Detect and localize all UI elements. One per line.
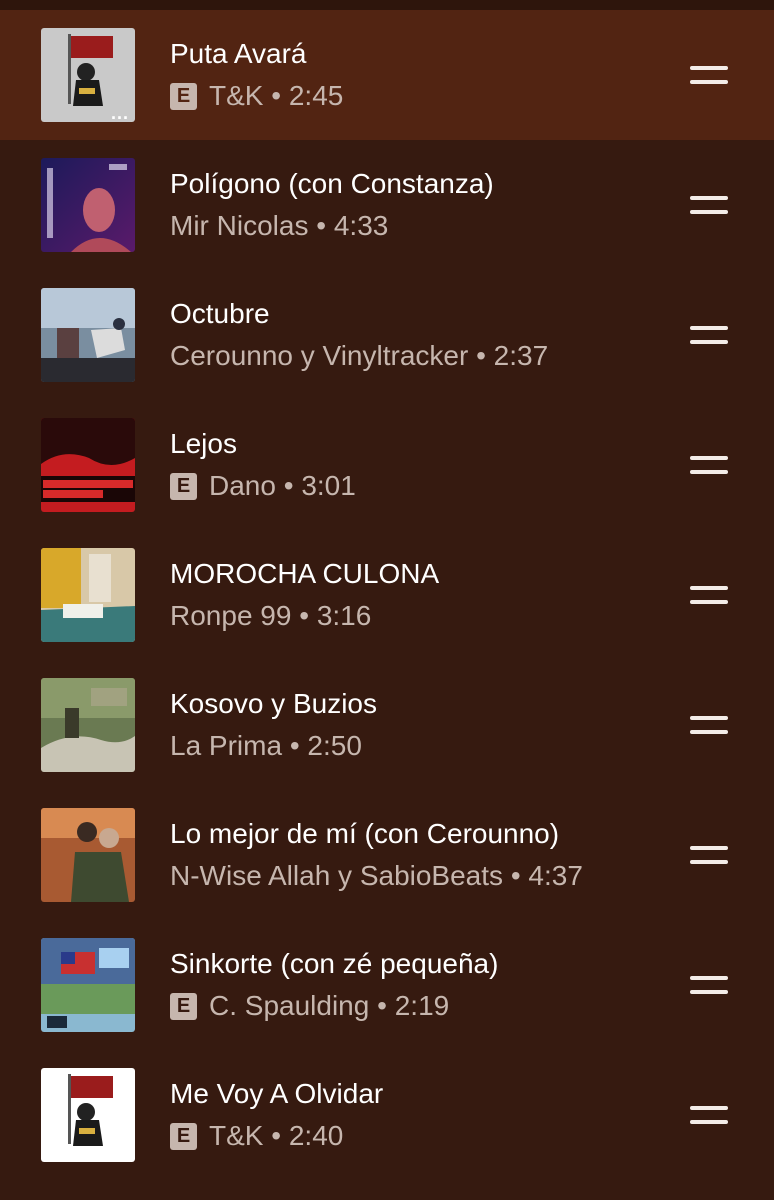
track-title: Kosovo y Buzios [170,688,377,719]
album-art [41,678,135,772]
track-duration: 2:37 [493,340,549,371]
track-artist: Ronpe 99 [170,600,292,631]
track-subtitle: Mir Nicolas • 4:33 [170,210,388,242]
album-art [41,1068,135,1162]
top-edge [0,0,774,10]
track-duration: 4:33 [333,210,389,241]
track-title: Sinkorte (con zé pequeña) [170,948,499,979]
track-subtitle: E C. Spaulding • 2:19 [170,990,449,1022]
track-title: Puta Avará [170,38,307,69]
track-row[interactable]: Lo mejor de mí (con Cerounno) N-Wise All… [0,790,774,920]
album-art [41,158,135,252]
drag-handle-icon[interactable] [690,453,728,477]
separator: • [271,1120,282,1151]
track-row[interactable]: Kosovo y Buzios La Prima • 2:50 [0,660,774,790]
track-duration: 2:19 [394,990,450,1021]
separator: • [377,990,387,1021]
drag-handle-icon[interactable] [690,583,728,607]
track-artist: T&K [209,80,264,111]
drag-handle-icon[interactable] [690,323,728,347]
track-duration: 4:37 [528,860,583,891]
track-duration: 2:40 [288,1120,344,1151]
explicit-badge: E [170,82,197,110]
track-title: Lo mejor de mí (con Cerounno) [170,818,560,849]
track-title: Lejos [170,428,237,459]
track-subtitle: E T&K • 2:45 [170,80,343,112]
track-title: Polígono (con Constanza) [170,168,494,199]
album-art [41,808,135,902]
track-subtitle: N-Wise Allah y SabioBeats • 4:37 [170,860,583,892]
track-duration: 3:16 [316,600,372,631]
track-artist: La Prima [170,730,283,761]
track-row[interactable]: ... Puta Avará E T&K • 2:45 [0,10,774,140]
album-art [41,288,135,382]
separator: • [299,600,310,631]
track-artist: C. Spaulding [209,990,370,1021]
explicit-badge: E [170,472,197,500]
track-duration: 2:50 [307,730,362,761]
separator: • [316,210,327,241]
more-icon: ... [110,103,129,122]
track-subtitle: La Prima • 2:50 [170,730,362,762]
drag-handle-icon[interactable] [690,973,728,997]
track-row[interactable]: MOROCHA CULONA Ronpe 99 • 3:16 [0,530,774,660]
album-art [41,938,135,1032]
separator: • [271,80,282,111]
track-subtitle: Cerounno y Vinyltracker • 2:37 [170,340,548,372]
track-row[interactable]: Me Voy A Olvidar E T&K • 2:40 [0,1050,774,1180]
track-artist: T&K [209,1120,264,1151]
album-art [41,548,135,642]
track-artist: N-Wise Allah y SabioBeats [170,860,504,891]
track-row[interactable]: Octubre Cerounno y Vinyltracker • 2:37 [0,270,774,400]
drag-handle-icon[interactable] [690,843,728,867]
track-artist: Dano [209,470,276,501]
track-artist: Mir Nicolas [170,210,309,241]
track-title: Octubre [170,298,270,329]
album-art [41,418,135,512]
drag-handle-icon[interactable] [690,63,728,87]
track-artist: Cerounno y Vinyltracker [170,340,469,371]
drag-handle-icon[interactable] [690,1103,728,1127]
separator: • [476,340,486,371]
drag-handle-icon[interactable] [690,193,728,217]
separator: • [289,730,300,761]
track-subtitle: E Dano • 3:01 [170,470,356,502]
album-art: ... [41,28,135,122]
track-title: Me Voy A Olvidar [170,1078,384,1109]
drag-handle-icon[interactable] [690,713,728,737]
track-title: MOROCHA CULONA [170,558,440,589]
explicit-badge: E [170,992,197,1020]
track-row[interactable]: Polígono (con Constanza) Mir Nicolas • 4… [0,140,774,270]
separator: • [283,470,294,501]
explicit-badge: E [170,1122,197,1150]
track-row[interactable]: Lejos E Dano • 3:01 [0,400,774,530]
track-subtitle: Ronpe 99 • 3:16 [170,600,371,632]
track-row[interactable]: Sinkorte (con zé pequeña) E C. Spaulding… [0,920,774,1050]
track-duration: 3:01 [301,470,356,501]
track-duration: 2:45 [288,80,344,111]
track-subtitle: E T&K • 2:40 [170,1120,343,1152]
queue-list: ... Puta Avará E T&K • 2:45 Polígono (co… [0,0,774,1200]
separator: • [510,860,521,891]
